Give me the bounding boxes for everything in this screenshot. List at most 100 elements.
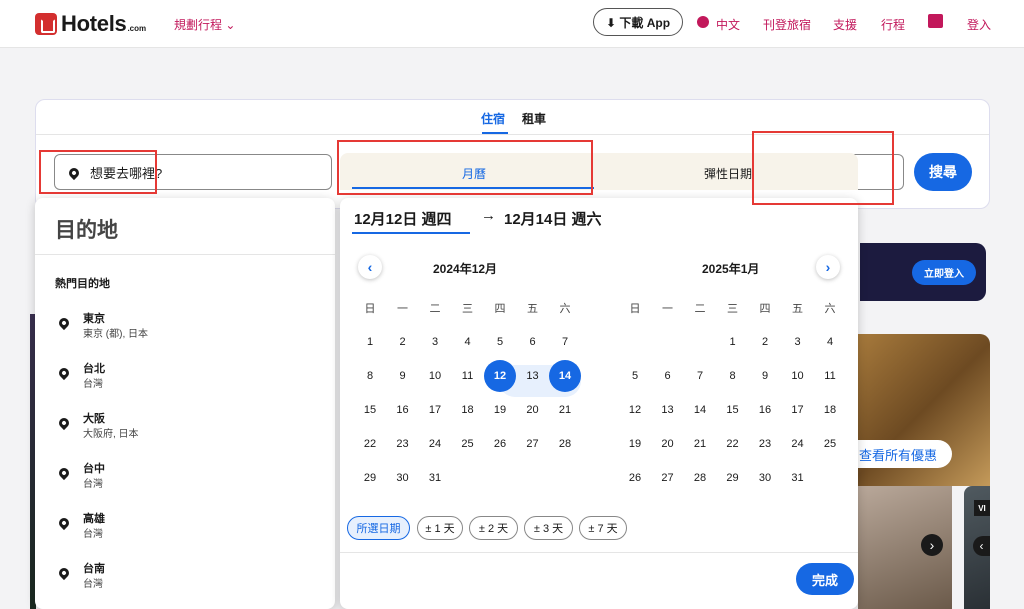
- calendar-day[interactable]: 4: [454, 328, 482, 356]
- calendar-day[interactable]: 21: [551, 396, 579, 424]
- calendar-day[interactable]: 16: [389, 396, 417, 424]
- calendar-day[interactable]: 6: [654, 362, 682, 390]
- calendar-day[interactable]: 22: [356, 430, 384, 458]
- calendar-day[interactable]: 8: [719, 362, 747, 390]
- flex-chip-1-day[interactable]: ± 1 天: [417, 516, 463, 540]
- calendar-day[interactable]: 15: [356, 396, 384, 424]
- calendar-day[interactable]: 9: [751, 362, 779, 390]
- plan-trip-menu[interactable]: 規劃行程 ⌄: [174, 16, 235, 33]
- arrow-right-icon: →: [481, 207, 496, 224]
- calendar-day[interactable]: 22: [719, 430, 747, 458]
- calendar-day[interactable]: 29: [356, 464, 384, 492]
- destination-item[interactable]: 東京 東京 (都), 日本: [35, 310, 335, 350]
- destination-item[interactable]: 台北 台灣: [35, 360, 335, 400]
- calendar-day[interactable]: 31: [421, 464, 449, 492]
- calendar-day[interactable]: 28: [686, 464, 714, 492]
- calendar-day[interactable]: 17: [421, 396, 449, 424]
- calendar-day[interactable]: 24: [421, 430, 449, 458]
- destination-item[interactable]: 台中 台灣: [35, 460, 335, 500]
- calendar-day[interactable]: 26: [486, 430, 514, 458]
- calendar-day[interactable]: 7: [551, 328, 579, 356]
- calendar-day[interactable]: 15: [719, 396, 747, 424]
- language-link[interactable]: 中文: [716, 16, 740, 33]
- calendar-day[interactable]: 17: [784, 396, 812, 424]
- calendar-day[interactable]: 12: [621, 396, 649, 424]
- calendar-day[interactable]: 25: [816, 430, 844, 458]
- calendar-day[interactable]: 26: [621, 464, 649, 492]
- hotels-logo[interactable]: Hotels .com: [35, 11, 146, 37]
- calendar-day[interactable]: 1: [356, 328, 384, 356]
- calendar-day[interactable]: 1: [719, 328, 747, 356]
- prev-month-icon[interactable]: ‹: [358, 255, 382, 279]
- calendar-day[interactable]: 20: [519, 396, 547, 424]
- calendar-day[interactable]: 3: [421, 328, 449, 356]
- calendar-day[interactable]: 23: [751, 430, 779, 458]
- calendar-day[interactable]: 11: [454, 362, 482, 390]
- carousel-next-icon[interactable]: ›: [921, 534, 943, 556]
- calendar-day[interactable]: 29: [719, 464, 747, 492]
- tab-stays[interactable]: 住宿: [481, 110, 505, 127]
- active-date-underline: [352, 232, 470, 234]
- calendar-day[interactable]: 24: [784, 430, 812, 458]
- destination-item[interactable]: 高雄 台灣: [35, 510, 335, 550]
- calendar-day[interactable]: 3: [784, 328, 812, 356]
- checkout-date[interactable]: 12月14日 週六: [504, 208, 602, 229]
- view-all-deals-button[interactable]: 查看所有優惠: [844, 440, 952, 468]
- calendar-day[interactable]: 2: [751, 328, 779, 356]
- calendar-day[interactable]: 30: [389, 464, 417, 492]
- flex-chip-3-days[interactable]: ± 3 天: [524, 516, 573, 540]
- calendar-day[interactable]: 10: [784, 362, 812, 390]
- calendar-day[interactable]: 28: [551, 430, 579, 458]
- calendar-day[interactable]: 18: [454, 396, 482, 424]
- calendar-day[interactable]: 19: [486, 396, 514, 424]
- weekday-label: 一: [662, 303, 673, 315]
- calendar-day[interactable]: 9: [389, 362, 417, 390]
- calendar-day[interactable]: 2: [389, 328, 417, 356]
- calendar-day[interactable]: 8: [356, 362, 384, 390]
- calendar-day[interactable]: 14: [686, 396, 714, 424]
- calendar-day[interactable]: 5: [486, 328, 514, 356]
- tab-cars[interactable]: 租車: [522, 110, 546, 127]
- calendar-day[interactable]: 14: [549, 360, 581, 392]
- calendar-day[interactable]: 27: [654, 464, 682, 492]
- destination-region: 台灣: [83, 529, 103, 540]
- calendar-day[interactable]: 25: [454, 430, 482, 458]
- list-property-link[interactable]: 刊登旅宿: [763, 16, 811, 33]
- calendar-day[interactable]: 7: [686, 362, 714, 390]
- weekday-label: 三: [462, 303, 473, 315]
- calendar-day[interactable]: 23: [389, 430, 417, 458]
- calendar-day[interactable]: 6: [519, 328, 547, 356]
- search-button[interactable]: 搜尋: [914, 153, 972, 191]
- calendar-day[interactable]: 16: [751, 396, 779, 424]
- calendar-day[interactable]: 20: [654, 430, 682, 458]
- calendar-day[interactable]: 27: [519, 430, 547, 458]
- destination-item[interactable]: 大阪 大阪府, 日本: [35, 410, 335, 450]
- flex-chip-exact[interactable]: 所選日期: [347, 516, 410, 540]
- download-app-button[interactable]: ⬇ 下載 App: [593, 8, 683, 36]
- done-button[interactable]: 完成: [796, 563, 854, 595]
- calendar-day[interactable]: 4: [816, 328, 844, 356]
- calendar-day[interactable]: 5: [621, 362, 649, 390]
- flex-chip-2-days[interactable]: ± 2 天: [469, 516, 518, 540]
- flex-chip-7-days[interactable]: ± 7 天: [579, 516, 627, 540]
- calendar-day[interactable]: 31: [784, 464, 812, 492]
- calendar-day[interactable]: 10: [421, 362, 449, 390]
- tab-flexible-dates[interactable]: 彈性日期: [704, 165, 752, 182]
- sign-in-link[interactable]: 登入: [967, 16, 991, 33]
- destination-item[interactable]: 台南 台灣: [35, 560, 335, 600]
- calendar-day[interactable]: 11: [816, 362, 844, 390]
- calendar-day[interactable]: 12: [484, 360, 516, 392]
- calendar-day[interactable]: 19: [621, 430, 649, 458]
- calendar-day[interactable]: 13: [519, 362, 547, 390]
- checkin-date[interactable]: 12月12日 週四: [354, 208, 452, 229]
- signin-now-button[interactable]: 立即登入: [912, 260, 976, 285]
- calendar-day[interactable]: 30: [751, 464, 779, 492]
- trips-link[interactable]: 行程: [881, 16, 905, 33]
- message-icon[interactable]: [928, 14, 943, 28]
- calendar-day[interactable]: 18: [816, 396, 844, 424]
- calendar-day[interactable]: 21: [686, 430, 714, 458]
- calendar-day[interactable]: 13: [654, 396, 682, 424]
- support-link[interactable]: 支援: [833, 16, 857, 33]
- next-month-icon[interactable]: ›: [816, 255, 840, 279]
- carousel-prev-icon[interactable]: ‹: [973, 536, 990, 556]
